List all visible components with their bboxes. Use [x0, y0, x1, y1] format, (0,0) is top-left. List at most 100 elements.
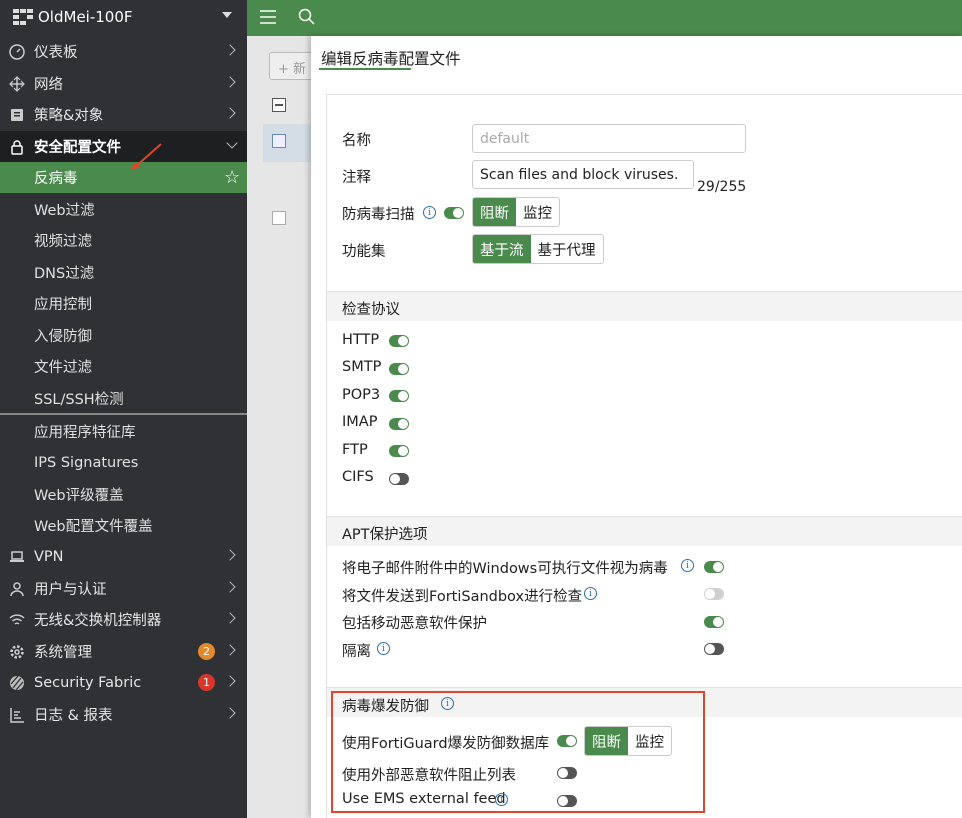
network-icon — [8, 75, 26, 93]
av-scan-toggle[interactable] — [444, 207, 464, 219]
fabric-icon — [8, 674, 26, 692]
av-scan-action-selector[interactable]: 阻断 监控 — [472, 197, 560, 227]
protocol-label: POP3 — [342, 387, 381, 403]
inspection-section-header: 检查协议 — [327, 291, 962, 321]
name-input[interactable]: default — [472, 124, 746, 153]
sub-web-filter[interactable]: Web过滤 — [0, 194, 247, 225]
fortinet-logo-icon — [13, 9, 33, 25]
notification-badge: 2 — [198, 643, 215, 660]
arrow-annotation-icon — [131, 143, 162, 170]
nav-label: 仪表板 — [34, 45, 78, 61]
nav-security-profiles[interactable]: 安全配置文件 — [0, 131, 247, 162]
nav-vpn[interactable]: VPN — [0, 541, 247, 572]
monitor-option[interactable]: 监控 — [516, 198, 559, 226]
feature-set-label: 功能集 — [342, 244, 386, 260]
sub-dns-filter[interactable]: DNS过滤 — [0, 257, 247, 288]
wifi-icon — [8, 611, 26, 629]
sub-label: 反病毒 — [34, 171, 78, 187]
top-bar — [247, 0, 962, 36]
windows-exe-toggle[interactable] — [704, 561, 724, 573]
menu-icon[interactable] — [260, 10, 276, 24]
protocol-label: SMTP — [342, 359, 382, 375]
sub-app-control[interactable]: 应用控制 — [0, 288, 247, 319]
info-icon[interactable]: i — [681, 559, 694, 572]
sub-label: 文件过滤 — [34, 360, 92, 376]
sub-label: Web过滤 — [34, 203, 95, 219]
sub-label: 入侵防御 — [34, 329, 92, 345]
chevron-right-icon — [224, 612, 236, 624]
cifs-toggle[interactable] — [389, 473, 409, 485]
sub-label: IPS Signatures — [34, 454, 139, 471]
divider — [0, 413, 247, 415]
sub-ips-signatures[interactable]: IPS Signatures — [0, 447, 247, 478]
sub-ips[interactable]: 入侵防御 — [0, 320, 247, 351]
protocol-label: CIFS — [342, 469, 374, 485]
chevron-right-icon — [224, 107, 236, 119]
name-label: 名称 — [342, 133, 371, 149]
info-icon[interactable]: i — [423, 206, 436, 219]
title-underline — [319, 68, 411, 70]
sub-file-filter[interactable]: 文件过滤 — [0, 351, 247, 382]
apt-section-header: APT保护选项 — [327, 516, 962, 546]
sub-label: DNS过滤 — [34, 266, 95, 282]
device-selector[interactable]: OldMei-100F — [0, 0, 247, 34]
nav-network[interactable]: 网络 — [0, 68, 247, 99]
chevron-right-icon — [224, 581, 236, 593]
row-checkbox[interactable] — [272, 211, 286, 225]
dashboard-icon — [8, 43, 26, 61]
panel-title: 编辑反病毒配置文件 — [321, 50, 461, 68]
sub-antivirus[interactable]: 反病毒 ☆ — [0, 162, 247, 193]
nav-label: 网络 — [34, 77, 63, 93]
sub-web-rating-override[interactable]: Web评级覆盖 — [0, 479, 247, 510]
nav-label: 安全配置文件 — [34, 140, 121, 156]
av-scan-label: 防病毒扫描 — [342, 207, 415, 223]
nav-label: 日志 & 报表 — [34, 708, 113, 724]
sub-label: Web评级覆盖 — [34, 488, 124, 504]
nav-label: 策略&对象 — [34, 108, 104, 124]
http-toggle[interactable] — [389, 335, 409, 347]
mobile-malware-toggle[interactable] — [704, 616, 724, 628]
chevron-right-icon — [224, 644, 236, 656]
smtp-toggle[interactable] — [389, 363, 409, 375]
nav-security-fabric[interactable]: Security Fabric 1 — [0, 667, 247, 698]
proxy-based-option[interactable]: 基于代理 — [531, 235, 603, 263]
nav-user-auth[interactable]: 用户与认证 — [0, 573, 247, 604]
info-icon[interactable]: i — [377, 642, 390, 655]
search-icon[interactable] — [298, 8, 316, 26]
star-icon[interactable]: ☆ — [224, 167, 240, 188]
fortisandbox-toggle[interactable] — [704, 588, 724, 600]
sub-web-profile-override[interactable]: Web配置文件覆盖 — [0, 510, 247, 541]
apt-option-label: 包括移动恶意软件保护 — [342, 616, 487, 632]
apt-option-label: 隔离 — [342, 644, 371, 660]
sub-ssl-ssh[interactable]: SSL/SSH检测 — [0, 383, 247, 414]
chevron-right-icon — [224, 549, 236, 561]
device-name: OldMei-100F — [38, 8, 133, 26]
nav-wifi-switch[interactable]: 无线&交换机控制器 — [0, 604, 247, 635]
block-option[interactable]: 阻断 — [473, 198, 516, 226]
nav-dashboard[interactable]: 仪表板 — [0, 36, 247, 67]
feature-set-selector[interactable]: 基于流 基于代理 — [472, 234, 604, 264]
imap-toggle[interactable] — [389, 418, 409, 430]
chevron-right-icon — [224, 76, 236, 88]
section-title: 检查协议 — [342, 302, 400, 318]
quarantine-toggle[interactable] — [704, 643, 724, 655]
nav-system[interactable]: 系统管理 2 — [0, 636, 247, 667]
info-icon[interactable]: i — [584, 587, 597, 600]
caret-down-icon[interactable] — [222, 12, 232, 18]
comment-textarea[interactable]: Scan files and block viruses. — [472, 160, 694, 189]
highlight-box — [331, 691, 705, 813]
sub-app-signatures[interactable]: 应用程序特征库 — [0, 416, 247, 447]
sub-label: Web配置文件覆盖 — [34, 519, 153, 535]
select-all-checkbox[interactable] — [272, 98, 286, 112]
sub-video-filter[interactable]: 视频过滤 — [0, 225, 247, 256]
protocol-label: HTTP — [342, 332, 380, 348]
flow-based-option[interactable]: 基于流 — [473, 235, 531, 263]
sub-label: 应用控制 — [34, 297, 92, 313]
pop3-toggle[interactable] — [389, 390, 409, 402]
nav-policy-objects[interactable]: 策略&对象 — [0, 99, 247, 130]
ftp-toggle[interactable] — [389, 445, 409, 457]
row-checkbox[interactable] — [272, 134, 286, 148]
gear-icon — [8, 643, 26, 661]
nav-log-report[interactable]: 日志 & 报表 — [0, 699, 247, 730]
protocol-label: IMAP — [342, 414, 378, 430]
